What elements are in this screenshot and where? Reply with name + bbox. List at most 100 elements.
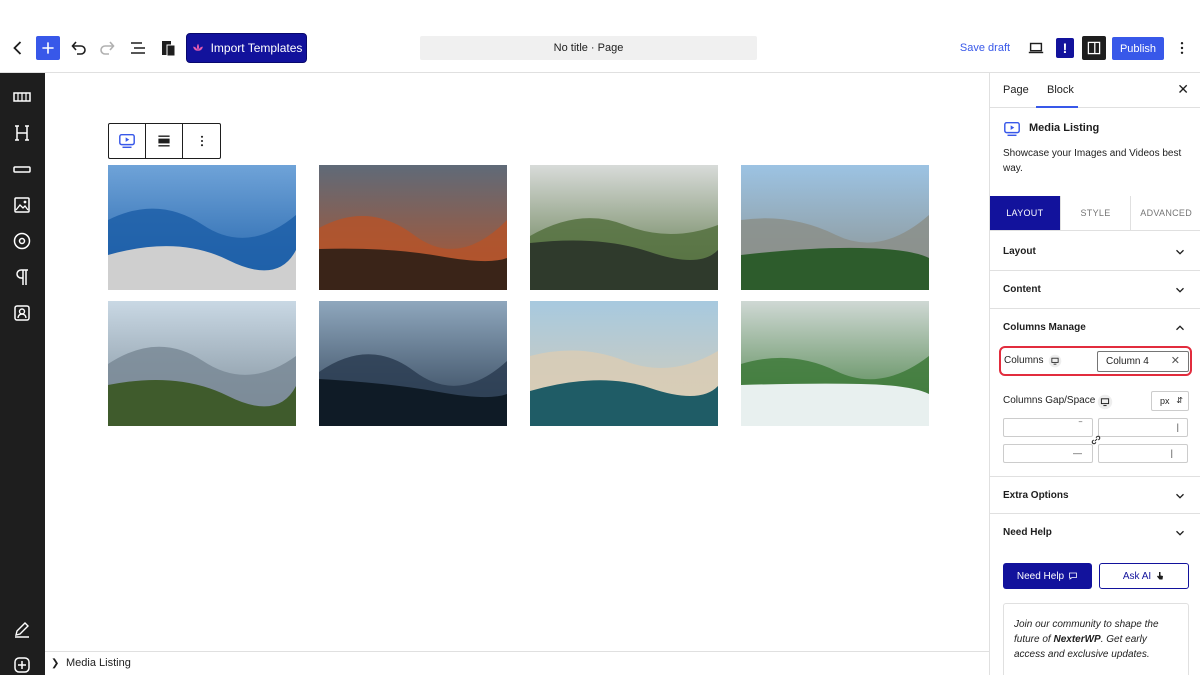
section-content[interactable]: Content: [990, 271, 1200, 309]
responsive-monitor-icon[interactable]: [1048, 354, 1062, 368]
clear-icon[interactable]: ✕: [1171, 352, 1180, 371]
notice-button[interactable]: !: [1056, 38, 1074, 58]
landscape-image: [741, 165, 929, 290]
import-templates-button[interactable]: Import Templates: [186, 33, 307, 63]
chevron-down-icon: [1176, 287, 1184, 293]
columns-control: Columns Column 4 ✕: [999, 346, 1192, 376]
back-button[interactable]: [6, 36, 30, 60]
block-name: Media Listing: [1029, 122, 1100, 134]
landscape-image: [319, 301, 507, 426]
ask-ai-label: Ask AI: [1122, 570, 1152, 582]
chevron-down-icon: [1176, 249, 1184, 255]
document-title-bar[interactable]: No title · Page: [420, 36, 757, 60]
landscape-image: [530, 301, 718, 426]
close-icon[interactable]: ✕: [1177, 81, 1189, 98]
more-vertical-icon: [200, 135, 203, 147]
unit-select[interactable]: px ⇵: [1151, 391, 1189, 411]
heading-icon[interactable]: [11, 122, 33, 144]
section-need-help[interactable]: Need Help: [990, 514, 1200, 552]
add-circle-icon[interactable]: [11, 654, 33, 676]
need-help-button[interactable]: Need Help: [1003, 563, 1092, 589]
chevron-down-icon: [1176, 493, 1184, 499]
landscape-image: [108, 165, 296, 290]
media-item-red-canyon[interactable]: [319, 165, 507, 290]
preview-button[interactable]: [1024, 36, 1048, 60]
section-extra-options[interactable]: Extra Options: [990, 476, 1200, 514]
settings-sidebar-toggle[interactable]: [1082, 36, 1106, 60]
block-type-button[interactable]: [109, 124, 146, 158]
block-toolbar: [108, 123, 221, 159]
block-description: Showcase your Images and Videos best way…: [1003, 148, 1182, 174]
settings-panel: Page Block ✕ Media Listing Showcase your…: [989, 73, 1200, 675]
clipboard-button[interactable]: [156, 36, 180, 60]
community-brand: NexterWP: [1053, 634, 1101, 645]
tab-advanced[interactable]: ADVANCED: [1130, 196, 1200, 230]
chevron-down-icon: [1176, 530, 1184, 536]
columns-select[interactable]: Column 4 ✕: [1097, 351, 1189, 372]
columns-label: Columns: [1004, 355, 1044, 366]
align-button[interactable]: [146, 124, 183, 158]
save-draft-button[interactable]: Save draft: [958, 38, 1012, 58]
pencil-icon[interactable]: [11, 618, 33, 640]
list-view-icon: [131, 42, 145, 54]
media-item-green-ridge[interactable]: [530, 165, 718, 290]
add-block-button[interactable]: [36, 36, 60, 60]
tab-page[interactable]: Page: [1003, 73, 1029, 108]
media-item-sea-arches[interactable]: [530, 301, 718, 426]
chevron-right-icon: ❯: [51, 658, 60, 669]
media-item-coastal-hills[interactable]: [108, 301, 296, 426]
media-item-fjord-cliff[interactable]: [108, 165, 296, 290]
block-options-button[interactable]: [183, 124, 220, 158]
updown-icon: ⇵: [1176, 396, 1183, 405]
landscape-image: [530, 165, 718, 290]
tab-style[interactable]: STYLE: [1059, 196, 1131, 230]
section-layout[interactable]: Layout: [990, 233, 1200, 271]
divider-icon[interactable]: [11, 158, 33, 180]
chevron-left-icon: [13, 41, 22, 55]
lotus-icon: [192, 43, 203, 51]
section-title: Extra Options: [1003, 490, 1069, 501]
media-item-stormy-sea[interactable]: [319, 301, 507, 426]
redo-button[interactable]: [96, 36, 120, 60]
import-templates-label: Import Templates: [210, 41, 303, 55]
media-listing-icon: [119, 133, 135, 149]
responsive-monitor-icon[interactable]: [1097, 394, 1113, 410]
options-menu-button[interactable]: [1172, 36, 1192, 60]
gap-left-input[interactable]: |: [1098, 444, 1188, 463]
section-title: Content: [1003, 284, 1041, 295]
need-help-label: Need Help: [1016, 570, 1065, 582]
media-item-waterfall-forest[interactable]: [741, 301, 929, 426]
plus-icon: [42, 42, 54, 54]
undo-button[interactable]: [66, 36, 90, 60]
more-vertical-icon: [1180, 42, 1184, 54]
media-grid: [108, 165, 929, 426]
clipboard-icon: [162, 41, 176, 57]
tab-layout[interactable]: LAYOUT: [990, 196, 1060, 230]
paragraph-icon[interactable]: [11, 266, 33, 288]
document-overview-button[interactable]: [126, 36, 150, 60]
panel-tabs: Page Block ✕: [990, 73, 1200, 108]
ask-ai-button[interactable]: Ask AI: [1099, 563, 1189, 589]
tab-block[interactable]: Block: [1036, 73, 1078, 108]
layout-tabs: LAYOUT STYLE ADVANCED: [990, 196, 1200, 231]
publish-button[interactable]: Publish: [1112, 37, 1164, 60]
laptop-icon: [1028, 42, 1044, 54]
media-item-yosemite-valley[interactable]: [741, 165, 929, 290]
layout-grid-icon[interactable]: [11, 86, 33, 108]
undo-icon: [71, 41, 86, 55]
breadcrumb-item[interactable]: Media Listing: [66, 652, 131, 675]
section-title: Need Help: [1003, 527, 1052, 538]
community-card: Join our community to shape the future o…: [1003, 603, 1189, 675]
user-card-icon[interactable]: [11, 302, 33, 324]
section-columns-manage[interactable]: Columns Manage: [990, 309, 1200, 347]
sidebar-icon: [1087, 41, 1101, 55]
editor-top-bar: Import Templates No title · Page Save dr…: [0, 0, 1200, 73]
gap-right-input[interactable]: |: [1098, 418, 1188, 437]
align-full-icon: [158, 135, 170, 147]
gap-top-input[interactable]: ‾: [1003, 418, 1093, 437]
landscape-image: [108, 301, 296, 426]
gap-bottom-input[interactable]: —: [1003, 444, 1093, 463]
block-breadcrumb: ❯ Media Listing: [45, 651, 989, 675]
image-icon[interactable]: [11, 194, 33, 216]
circle-icon[interactable]: [11, 230, 33, 252]
